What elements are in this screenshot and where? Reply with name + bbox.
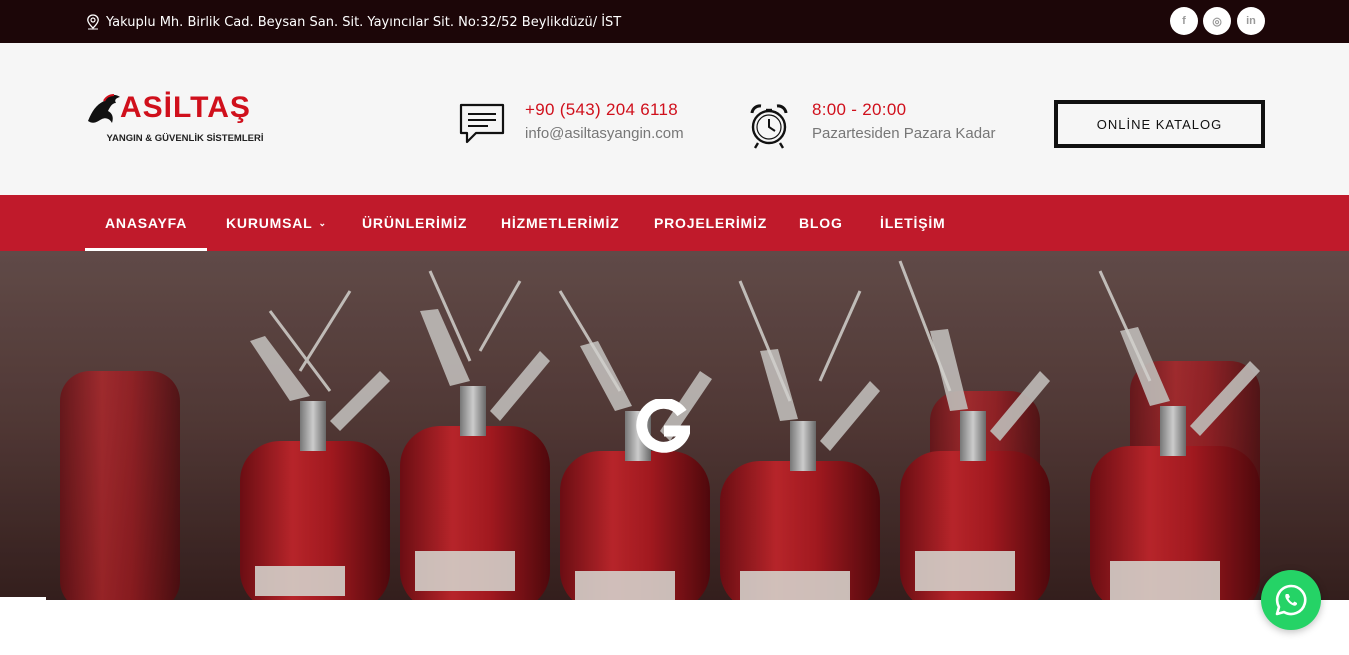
address: Yakuplu Mh. Birlik Cad. Beysan San. Sit.…: [86, 13, 621, 31]
nav-label: KURUMSAL: [226, 215, 313, 231]
nav-label: ÜRÜNLERİMİZ: [362, 215, 468, 231]
nav-label: HİZMETLERİMİZ: [501, 215, 620, 231]
hours-time: 8:00 - 20:00: [812, 100, 907, 119]
address-text: Yakuplu Mh. Birlik Cad. Beysan San. Sit.…: [106, 14, 622, 30]
hours-days: Pazartesiden Pazara Kadar: [812, 125, 996, 142]
contact-info: +90 (543) 204 6118 info@asiltasyangin.co…: [458, 98, 698, 148]
brand-tagline: YANGIN & GÜVENLİK SİSTEMLERİ: [106, 133, 264, 144]
nav-item-anasayfa[interactable]: ANASAYFA: [84, 195, 208, 251]
alarm-clock-icon: [750, 104, 788, 149]
instagram-icon[interactable]: ◎: [1203, 7, 1231, 35]
nav-label: İLETİŞİM: [880, 215, 946, 231]
online-catalog-button[interactable]: ONLİNE KATALOG: [1054, 100, 1265, 148]
chat-message-icon: [459, 103, 505, 144]
nav-item-kurumsal[interactable]: KURUMSAL ⌄: [226, 195, 327, 251]
nav-item-urunlerimiz[interactable]: ÜRÜNLERİMİZ: [362, 195, 467, 251]
whatsapp-icon: [1275, 584, 1307, 616]
location-pin-icon: [87, 14, 99, 30]
nav-item-blog[interactable]: BLOG: [799, 195, 843, 251]
nav-item-iletisim[interactable]: İLETİŞİM: [880, 195, 946, 251]
main-nav: ANASAYFA KURUMSAL ⌄ ÜRÜNLERİMİZ HİZMETLER…: [0, 195, 1349, 251]
facebook-icon[interactable]: f: [1170, 7, 1198, 35]
logo[interactable]: ASİLTAŞ YANGIN & GÜVENLİK SİSTEMLERİ: [86, 89, 276, 147]
linkedin-icon[interactable]: in: [1237, 7, 1265, 35]
chevron-down-icon: ⌄: [318, 217, 327, 228]
phone-number[interactable]: +90 (543) 204 6118: [525, 100, 678, 120]
nav-item-projelerimiz[interactable]: PROJELERİMİZ: [654, 195, 767, 251]
header: ASİLTAŞ YANGIN & GÜVENLİK SİSTEMLERİ +90…: [0, 43, 1349, 195]
nav-item-hizmetlerimiz[interactable]: HİZMETLERİMİZ: [501, 195, 620, 251]
nav-label: BLOG: [799, 215, 843, 231]
brand-name: ASİLTAŞ: [120, 91, 251, 124]
opening-hours: 8:00 - 20:00 Pazartesiden Pazara Kadar: [746, 98, 1006, 149]
whatsapp-button[interactable]: [1261, 570, 1321, 630]
nav-label: ANASAYFA: [105, 215, 188, 231]
loading-g-icon: [636, 399, 690, 453]
divider: [0, 597, 46, 600]
email-address[interactable]: info@asiltasyangin.com: [525, 125, 684, 142]
top-bar: Yakuplu Mh. Birlik Cad. Beysan San. Sit.…: [0, 0, 1349, 43]
nav-label: PROJELERİMİZ: [654, 215, 768, 231]
